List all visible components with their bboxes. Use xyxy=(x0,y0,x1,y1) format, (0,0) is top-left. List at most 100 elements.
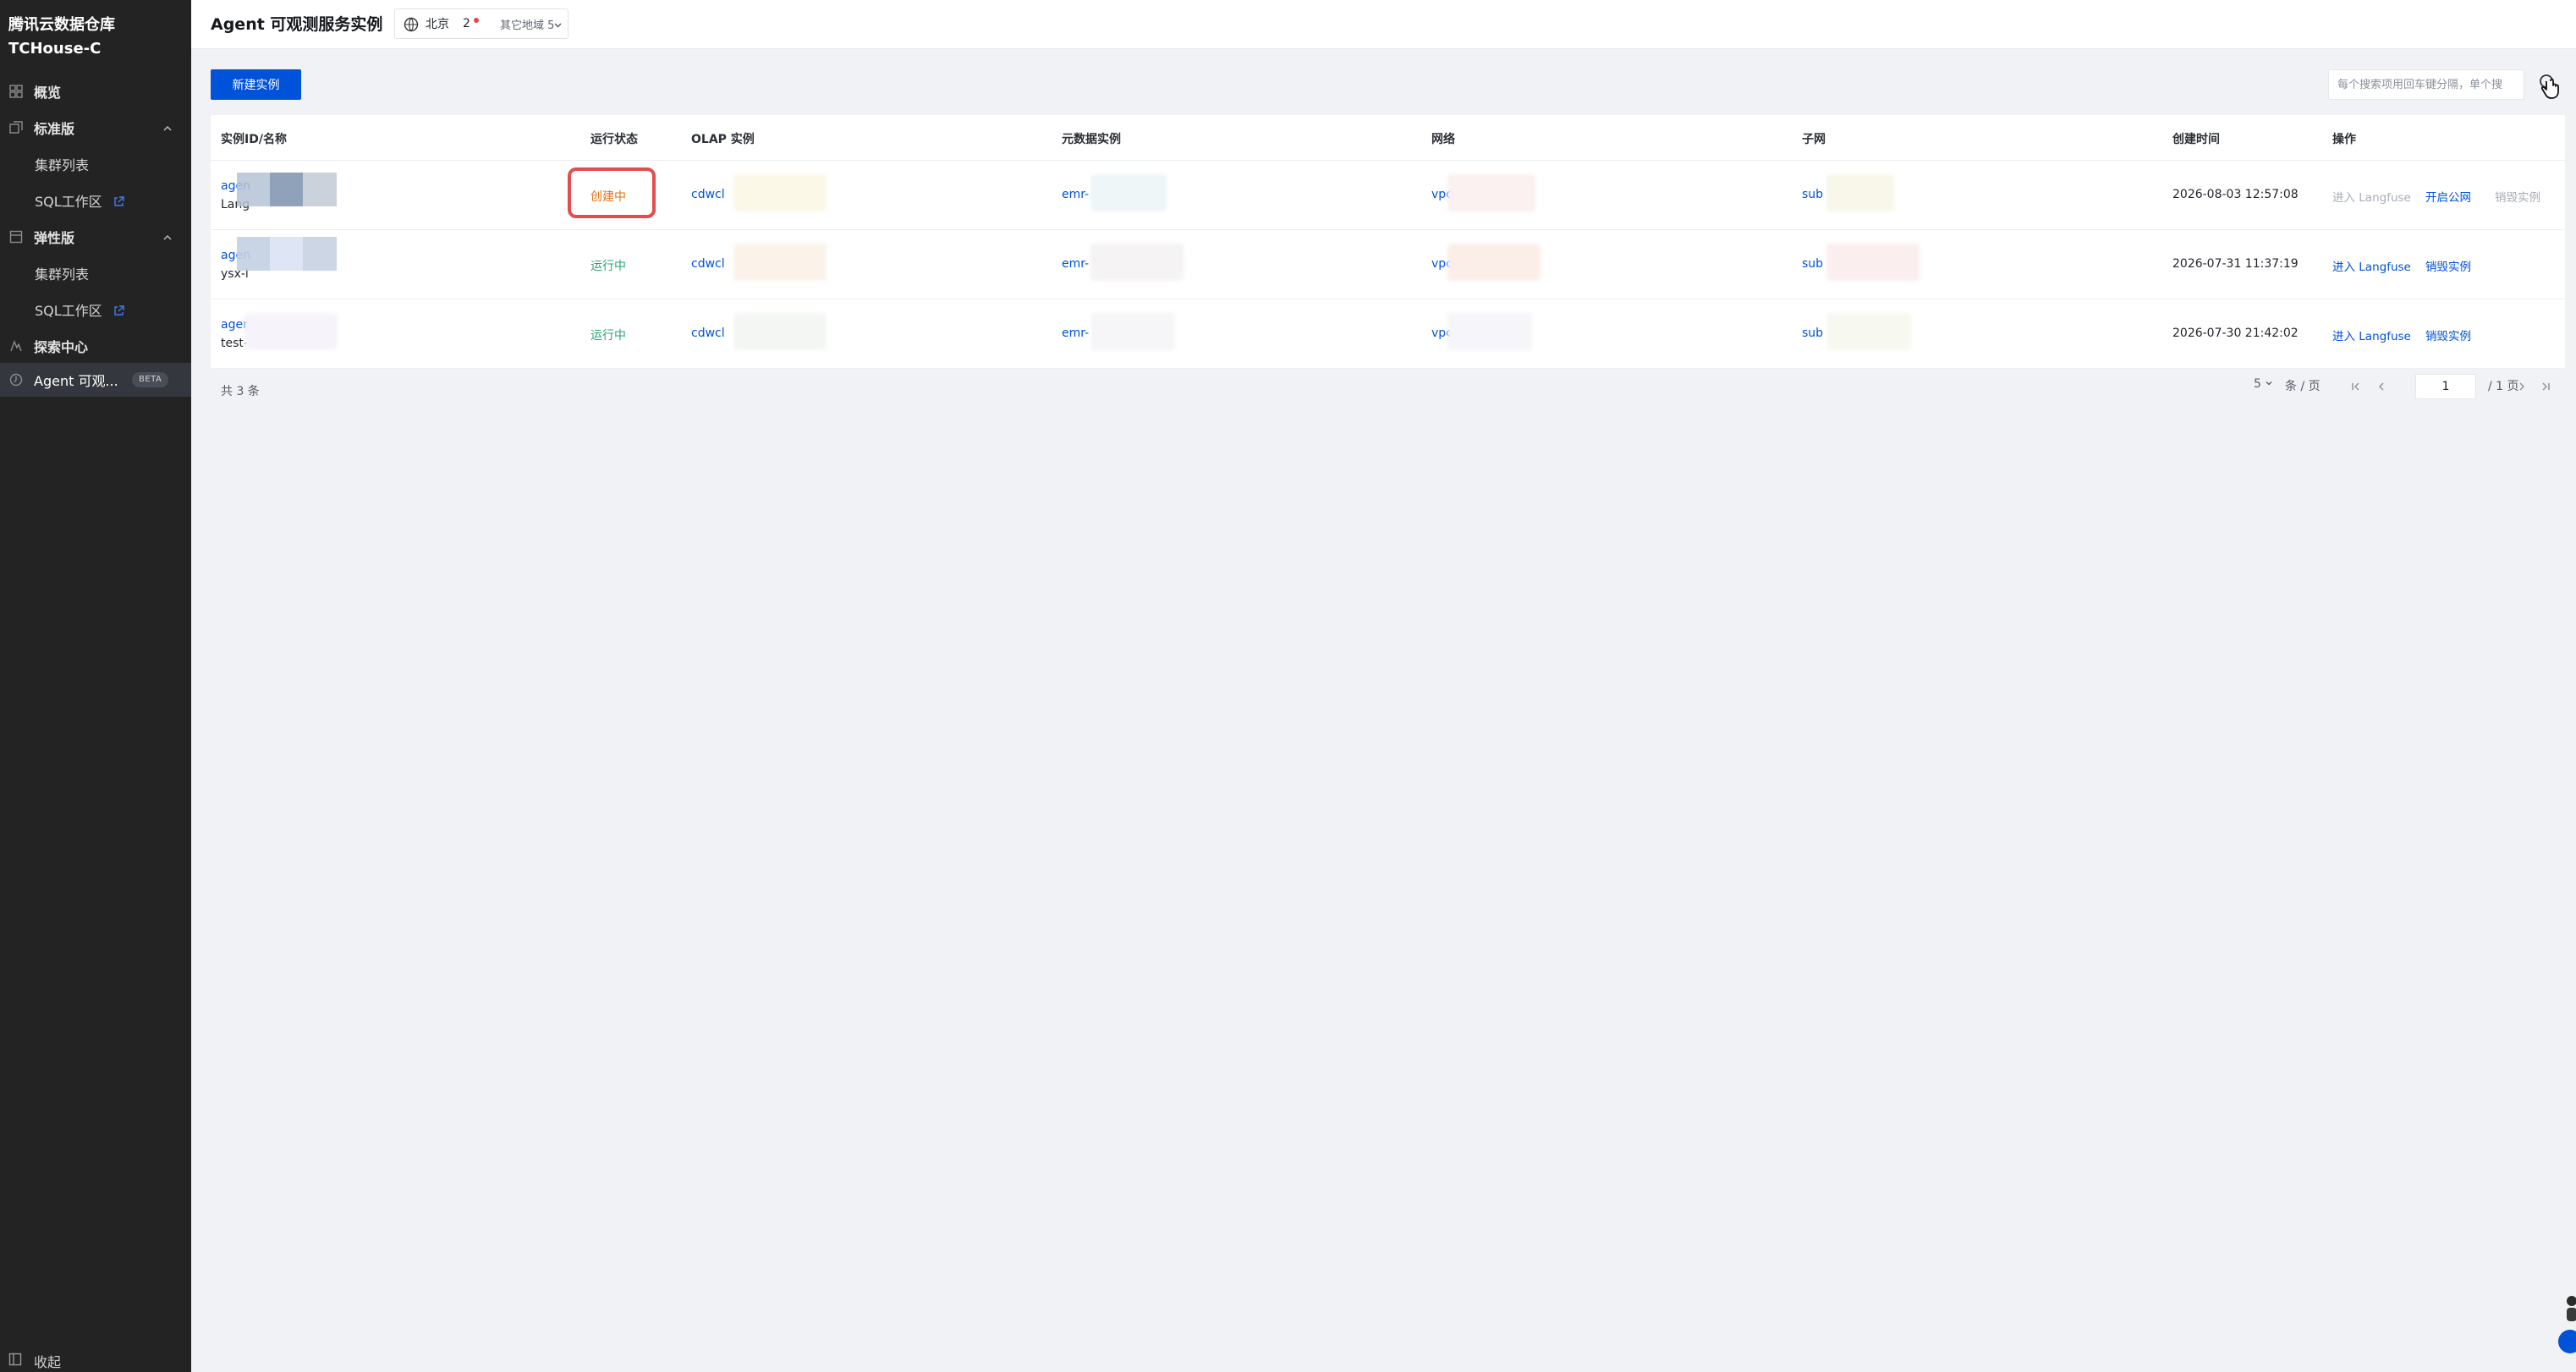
collapse-icon xyxy=(8,1353,22,1369)
search-box[interactable] xyxy=(2328,69,2524,100)
region-selector[interactable]: 北京 2 其它地域 5 xyxy=(394,8,568,39)
brand-name: 腾讯云数据仓库 xyxy=(8,16,115,34)
sidebar-group-standard[interactable]: 标准版 xyxy=(0,111,191,145)
sidebar-item-label: Agent 可观... xyxy=(34,373,118,389)
destroy-instance-link[interactable]: 销毁实例 xyxy=(2425,257,2471,274)
subnet-link[interactable]: sub xyxy=(1802,188,1823,201)
sidebar-item-standard-clusters[interactable]: 集群列表 xyxy=(0,147,191,181)
sidebar: 腾讯云数据仓库 TCHouse-C 概览 标准版 集群列表 SQL工作区 弹性版… xyxy=(0,0,191,1372)
redacted-mask xyxy=(733,244,827,281)
enable-public-network-link[interactable]: 开启公网 xyxy=(2425,188,2471,205)
redacted-mask xyxy=(244,313,338,350)
metadata-instance-link[interactable]: emr- xyxy=(1062,188,1089,201)
next-page-icon[interactable] xyxy=(2513,377,2530,396)
explore-icon xyxy=(8,338,24,354)
chevron-up-icon xyxy=(162,231,173,243)
redacted-mask xyxy=(1447,174,1535,211)
sidebar-item-elastic-clusters[interactable]: 集群列表 xyxy=(0,256,191,290)
olap-instance-link[interactable]: cdwcl xyxy=(691,327,725,340)
page-size-select[interactable]: 5 xyxy=(2254,377,2273,391)
sidebar-item-label: 探索中心 xyxy=(34,339,89,355)
redacted-mask xyxy=(733,174,827,211)
beta-badge: BETA xyxy=(132,372,169,387)
search-input[interactable] xyxy=(2337,78,2515,91)
redacted-mask xyxy=(1447,313,1532,350)
subnet-link[interactable]: sub xyxy=(1802,257,1823,271)
total-count: 共 3 条 xyxy=(221,385,260,398)
column-header: 运行状态 xyxy=(590,133,638,146)
region-name: 北京 xyxy=(426,18,449,31)
pagination-bar: 共 3 条 5 条 / 页 1 / 1 页 xyxy=(211,365,2565,413)
layers-icon xyxy=(8,120,24,135)
assistant-avatar-icon[interactable] xyxy=(2560,1294,2576,1325)
external-link-icon xyxy=(113,304,124,320)
subnet-link[interactable]: sub xyxy=(1802,327,1823,340)
enter-langfuse-link: 进入 Langfuse xyxy=(2332,191,2411,205)
sidebar-group-elastic[interactable]: 弹性版 xyxy=(0,220,191,254)
settings-button[interactable] xyxy=(2533,69,2567,100)
redacted-mask xyxy=(1447,244,1541,281)
sidebar-item-explore[interactable]: 探索中心 xyxy=(0,329,191,363)
created-time: 2026-07-31 11:37:19 xyxy=(2172,257,2299,271)
page-size-unit: 条 / 页 xyxy=(2285,380,2321,393)
column-header: OLAP 实例 xyxy=(691,133,755,146)
first-page-icon[interactable] xyxy=(2348,377,2365,396)
sidebar-item-label: 集群列表 xyxy=(35,157,90,173)
column-header: 元数据实例 xyxy=(1062,133,1121,146)
other-regions[interactable]: 其它地域 5 xyxy=(500,16,554,32)
redacted-mask xyxy=(237,173,337,206)
olap-instance-link[interactable]: cdwcl xyxy=(691,257,725,271)
destroy-instance-link: 销毁实例 xyxy=(2495,191,2540,205)
status-badge: 运行中 xyxy=(590,329,626,343)
chevron-down-icon xyxy=(2266,381,2272,386)
brand-product: TCHouse-C xyxy=(8,40,102,58)
redacted-mask xyxy=(733,313,827,350)
enter-langfuse-link[interactable]: 进入 Langfuse xyxy=(2332,327,2411,343)
redacted-mask xyxy=(1090,313,1175,350)
chevron-down-icon xyxy=(553,19,563,33)
olap-instance-link[interactable]: cdwcl xyxy=(691,188,725,201)
sidebar-item-label: SQL工作区 xyxy=(35,303,102,319)
table-row: agen ysx-l 运行中 cdwcl emr- vpc sub 2026-0… xyxy=(211,230,2565,299)
top-bar: Agent 可观测服务实例 北京 2 其它地域 5 xyxy=(191,0,2576,49)
chevron-up-icon xyxy=(162,122,173,134)
globe-icon xyxy=(404,17,419,36)
redacted-mask xyxy=(237,237,337,271)
created-time: 2026-08-03 12:57:08 xyxy=(2172,188,2299,201)
destroy-instance-link[interactable]: 销毁实例 xyxy=(2425,327,2471,343)
redacted-mask xyxy=(1826,244,1920,281)
collapse-label: 收起 xyxy=(34,1354,62,1370)
last-page-icon[interactable] xyxy=(2537,377,2554,396)
instance-table: 实例ID/名称 运行状态 OLAP 实例 元数据实例 网络 子网 创建时间 操作… xyxy=(211,115,2565,369)
sidebar-item-standard-sql[interactable]: SQL工作区 xyxy=(0,184,191,217)
redacted-mask xyxy=(1090,244,1184,281)
sidebar-item-agent-observability[interactable]: Agent 可观... BETA xyxy=(0,363,191,397)
column-header: 子网 xyxy=(1802,133,1826,146)
agent-icon xyxy=(8,372,24,387)
chat-bubble-icon[interactable] xyxy=(2558,1330,2576,1353)
sidebar-item-label: SQL工作区 xyxy=(35,194,102,210)
page-title: Agent 可观测服务实例 xyxy=(211,15,383,34)
status-badge: 运行中 xyxy=(590,260,626,273)
metadata-instance-link[interactable]: emr- xyxy=(1062,327,1089,340)
table-row: agen test- 运行中 cdwcl emr- vpc sub 2026-0… xyxy=(211,299,2565,369)
metadata-instance-link[interactable]: emr- xyxy=(1062,257,1089,271)
brand: 腾讯云数据仓库 TCHouse-C xyxy=(8,14,186,61)
collapse-sidebar-button[interactable]: 收起 xyxy=(0,1350,191,1372)
sidebar-item-overview[interactable]: 概览 xyxy=(0,74,191,108)
sidebar-item-label: 标准版 xyxy=(34,121,75,137)
redacted-mask xyxy=(1826,313,1911,350)
prev-page-icon[interactable] xyxy=(2373,377,2390,396)
column-header: 网络 xyxy=(1431,133,1455,146)
box-icon xyxy=(8,229,24,244)
page-number-input[interactable]: 1 xyxy=(2415,374,2476,399)
create-instance-button[interactable]: 新建实例 xyxy=(211,69,301,100)
sidebar-item-elastic-sql[interactable]: SQL工作区 xyxy=(0,293,191,327)
external-link-icon xyxy=(113,195,124,211)
redacted-mask xyxy=(1826,174,1894,211)
sidebar-item-label: 弹性版 xyxy=(34,230,75,246)
redacted-mask xyxy=(1090,174,1167,211)
column-header: 实例ID/名称 xyxy=(221,133,287,146)
enter-langfuse-link[interactable]: 进入 Langfuse xyxy=(2332,257,2411,274)
status-badge: 创建中 xyxy=(590,190,626,204)
